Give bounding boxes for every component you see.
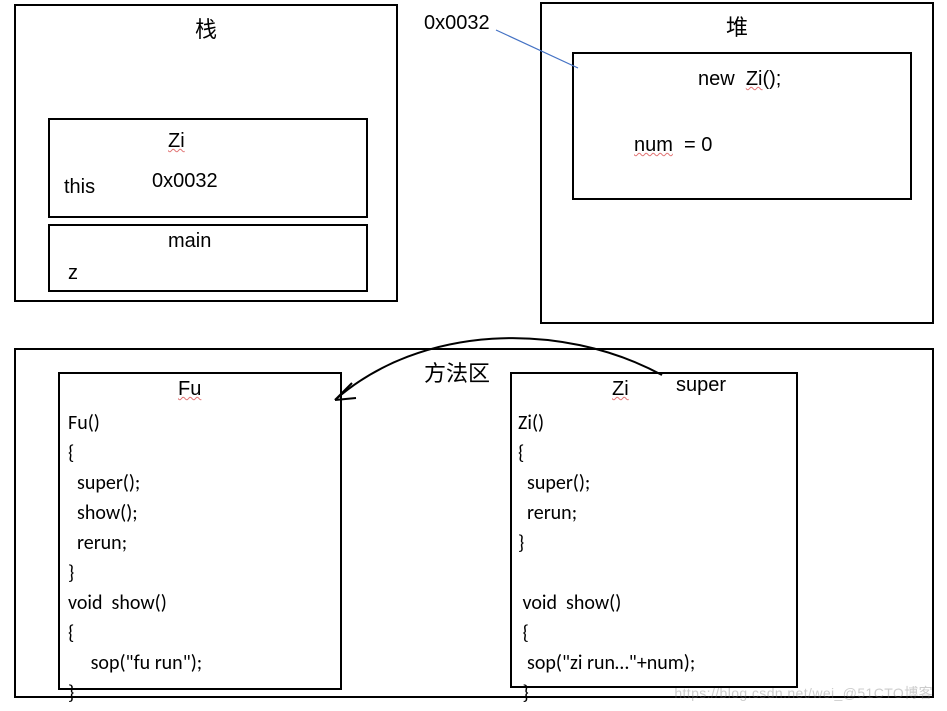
zi-class-name: Zi — [612, 378, 629, 401]
stack-frame-main: main z — [48, 224, 368, 292]
fu-class-box: Fu Fu() { super(); show(); rerun; } void… — [58, 372, 342, 690]
pointer-address-label: 0x0032 — [424, 12, 490, 35]
stack-title: 栈 — [16, 6, 396, 50]
stack-area: 栈 Zi this 0x0032 main z — [14, 4, 398, 302]
this-value: 0x0032 — [152, 170, 218, 193]
method-area-title: 方法区 — [424, 356, 490, 388]
main-var-z: z — [68, 262, 78, 285]
heap-object-box: new Zi(); num = 0 — [572, 52, 912, 200]
stack-frame-zi: Zi this 0x0032 — [48, 118, 368, 218]
zi-classname: Zi — [168, 130, 185, 153]
fu-class-code: Fu() { super(); show(); rerun; } void sh… — [68, 408, 202, 708]
main-label: main — [168, 230, 211, 253]
heap-field-num: num = 0 — [634, 134, 712, 157]
this-label: this — [64, 176, 95, 199]
zi-class-box: Zi Zi() { super(); rerun; } void show() … — [510, 372, 798, 688]
heap-title: 堆 — [542, 4, 932, 48]
heap-object-heading: new Zi(); — [698, 68, 781, 91]
zi-class-code: Zi() { super(); rerun; } void show() { s… — [518, 408, 695, 708]
heap-area: 堆 new Zi(); num = 0 — [540, 2, 934, 324]
watermark: https://blog.csdn.net/wei_@51CTO博客 — [674, 683, 933, 703]
fu-class-name: Fu — [178, 378, 201, 401]
method-area: 方法区 super Fu Fu() { super(); show(); rer… — [14, 348, 934, 698]
